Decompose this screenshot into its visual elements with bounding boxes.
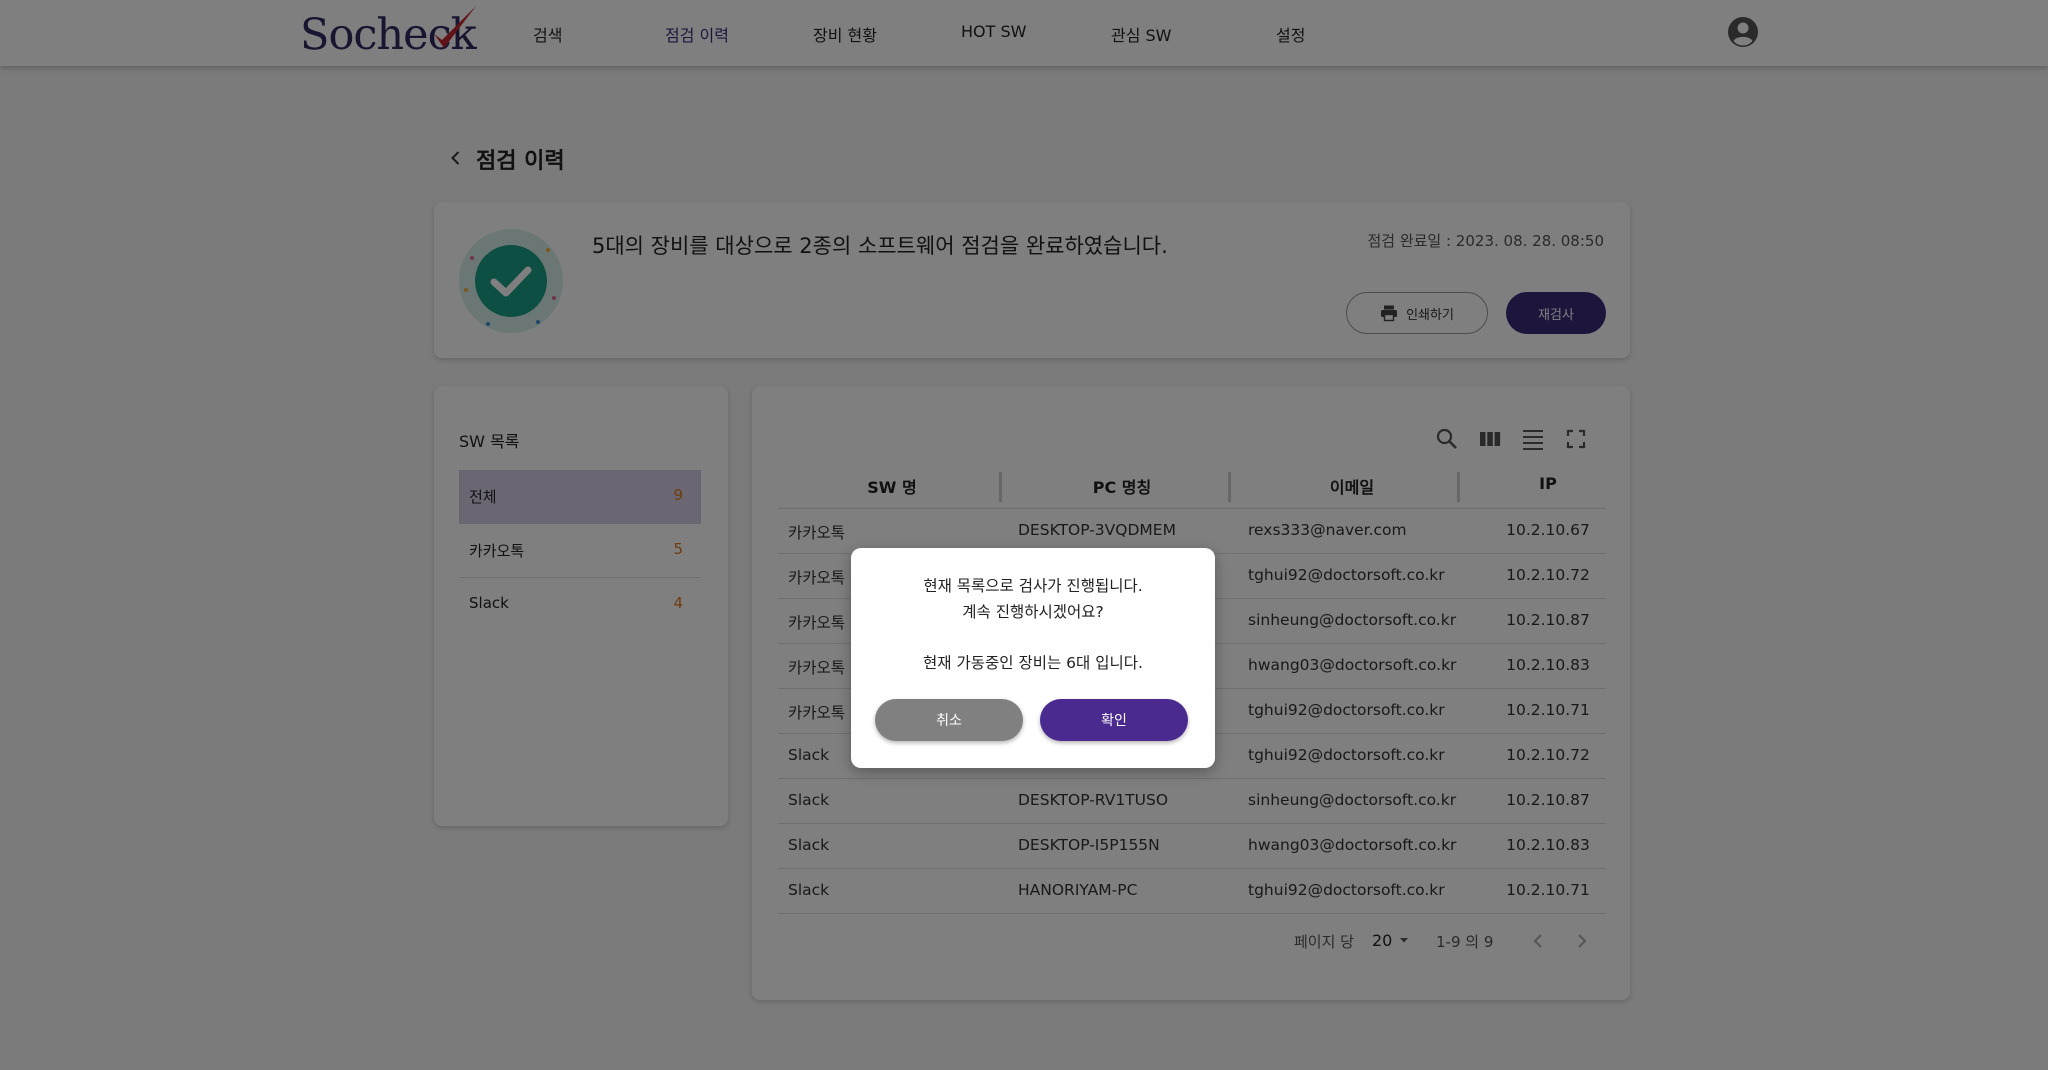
dialog-confirm-button[interactable]: 확인 [1040,699,1188,741]
dialog-message-line-2: 계속 진행하시겠어요? [962,603,1104,621]
dialog-message-line-3: 현재 가동중인 장비는 6대 입니다. [923,654,1143,672]
confirm-dialog: 현재 목록으로 검사가 진행됩니다. 계속 진행하시겠어요? 현재 가동중인 장… [851,548,1215,768]
modal-backdrop[interactable] [0,0,2048,1070]
dialog-message-line-1: 현재 목록으로 검사가 진행됩니다. [923,577,1143,595]
dialog-cancel-button[interactable]: 취소 [875,699,1023,741]
